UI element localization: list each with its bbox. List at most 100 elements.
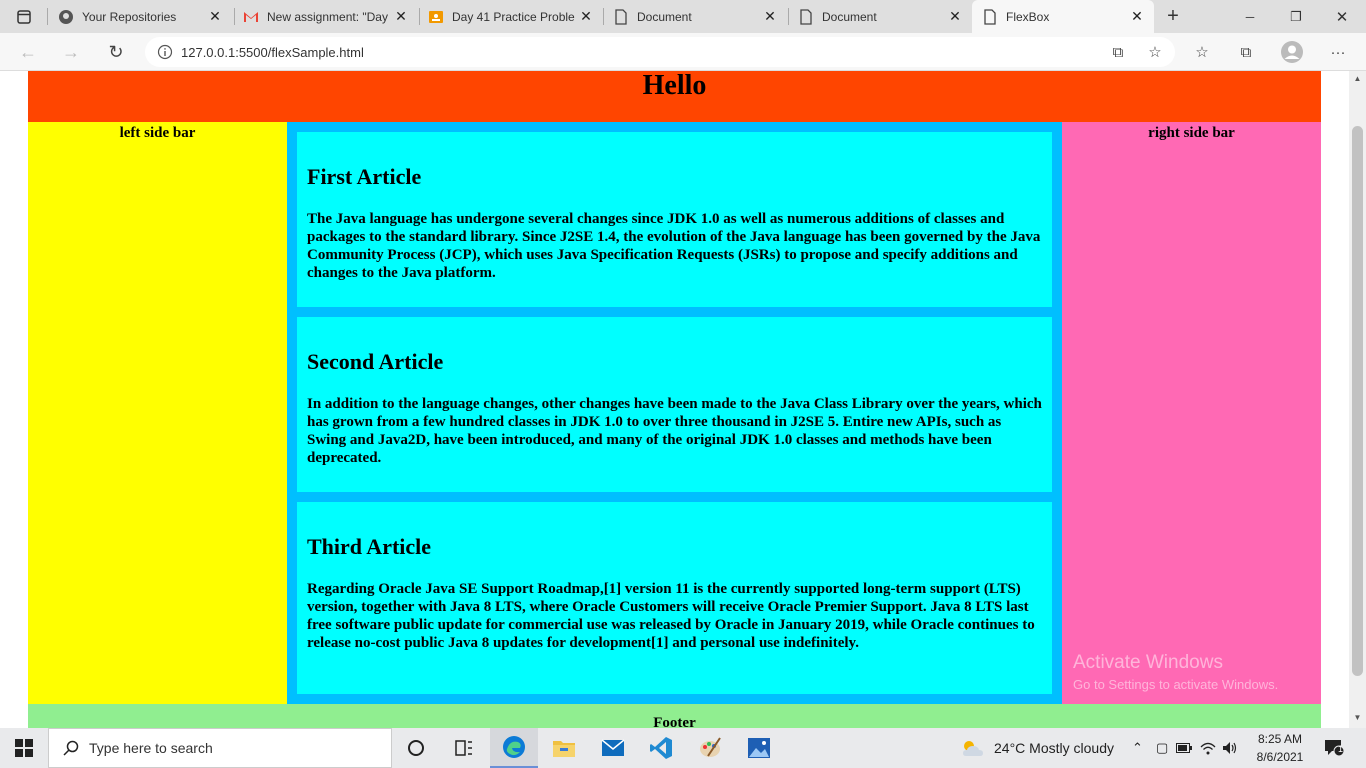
meet-now-icon[interactable]: ▢ <box>1156 740 1168 756</box>
right-sidebar-label: right side bar <box>1148 125 1235 141</box>
search-icon <box>63 740 79 756</box>
clock-date: 8/6/2021 <box>1256 750 1304 764</box>
notification-center-button[interactable]: 1 <box>1322 728 1346 768</box>
close-window-button[interactable]: ✕ <box>1324 0 1360 33</box>
avatar <box>1281 41 1303 63</box>
page-footer: Footer <box>28 704 1321 728</box>
article-body: Regarding Oracle Java SE Support Roadmap… <box>307 581 1035 651</box>
article-first: First Article The Java language has unde… <box>297 132 1052 307</box>
page-viewport: Hello left side bar First Article The Ja… <box>0 71 1366 728</box>
tab-your-repositories[interactable]: Your Repositories ✕ <box>50 0 232 33</box>
collections-icon: ⧉ <box>1240 43 1252 61</box>
article-title: Third Article <box>307 534 432 559</box>
battery-icon[interactable] <box>1176 743 1193 753</box>
url-text: 127.0.0.1:5500/flexSample.html <box>181 44 364 60</box>
taskbar-file-explorer[interactable] <box>540 728 588 768</box>
paint-palette-icon <box>700 737 721 757</box>
tab-label: FlexBox <box>1006 9 1050 24</box>
notification-count: 1 <box>1338 744 1344 754</box>
task-view-icon <box>455 740 472 756</box>
scroll-up-arrow-icon[interactable]: ▲ <box>1349 74 1366 83</box>
article-title: First Article <box>307 164 422 189</box>
star-plus-icon: ☆ <box>1148 44 1162 61</box>
tab-label: Document <box>822 9 877 24</box>
wifi-icon[interactable] <box>1200 741 1216 755</box>
tab-separator <box>788 8 789 25</box>
taskbar-search-box[interactable]: Type here to search <box>48 728 392 768</box>
profile-button[interactable] <box>1279 39 1305 65</box>
tab-day41-practice[interactable]: Day 41 Practice Proble ✕ <box>421 0 603 33</box>
close-tab-icon[interactable]: ✕ <box>579 8 593 25</box>
weather-text: 24°C Mostly cloudy <box>994 740 1114 756</box>
collections-button[interactable]: ⧉ <box>1233 39 1259 65</box>
clock-time: 8:25 AM <box>1257 732 1303 746</box>
main-content: First Article The Java language has unde… <box>287 122 1062 704</box>
scroll-down-arrow-icon[interactable]: ▼ <box>1349 713 1366 722</box>
add-favorite-button[interactable]: ☆ <box>1142 39 1168 65</box>
vertical-scrollbar[interactable]: ▲ ▼ <box>1349 71 1366 728</box>
weather-widget[interactable]: 24°C Mostly cloudy <box>960 728 1114 768</box>
windows-logo-icon <box>15 739 33 757</box>
tab-separator <box>603 8 604 25</box>
document-icon <box>613 8 629 25</box>
classroom-icon <box>428 9 444 25</box>
tab-document-1[interactable]: Document ✕ <box>605 0 787 33</box>
minimize-icon: ─ <box>1245 9 1255 24</box>
watermark-title: Activate Windows <box>1073 652 1223 673</box>
footer-label: Footer <box>653 715 696 728</box>
forward-arrow-icon: → <box>62 41 80 62</box>
close-tab-icon[interactable]: ✕ <box>394 8 408 25</box>
start-button[interactable] <box>0 728 48 768</box>
photos-icon <box>748 738 770 758</box>
refresh-button[interactable]: ↻ <box>103 39 129 65</box>
new-tab-button[interactable]: + <box>1160 0 1186 33</box>
taskbar-paint[interactable] <box>686 728 734 768</box>
close-tab-icon[interactable]: ✕ <box>948 8 962 25</box>
taskbar-clock[interactable]: 8:25 AM 8/6/2021 <box>1248 730 1312 766</box>
immersive-reader-button[interactable]: ⧉ <box>1105 39 1131 65</box>
tab-document-2[interactable]: Document ✕ <box>790 0 972 33</box>
page-header: Hello <box>28 71 1321 122</box>
forward-button[interactable]: → <box>58 39 84 65</box>
task-view-button[interactable] <box>440 728 488 768</box>
cortana-icon <box>408 740 424 756</box>
tab-flexbox[interactable]: FlexBox ✕ <box>972 0 1154 33</box>
volume-icon[interactable] <box>1222 741 1238 755</box>
favorites-icon: ☆ <box>1195 44 1209 61</box>
document-icon <box>798 8 814 25</box>
taskbar-edge[interactable] <box>490 728 538 768</box>
browser-tab-bar: Your Repositories ✕ New assignment: "Day… <box>0 0 1366 33</box>
taskbar-vscode[interactable] <box>637 728 685 768</box>
back-arrow-icon: ← <box>19 41 37 62</box>
tab-new-assignment[interactable]: New assignment: "Day ✕ <box>236 0 418 33</box>
ellipsis-icon: ··· <box>1330 43 1346 61</box>
immersive-reader-icon: ⧉ <box>1112 43 1124 61</box>
more-menu-button[interactable]: ··· <box>1325 39 1351 65</box>
url-field[interactable]: 127.0.0.1:5500/flexSample.html <box>145 37 1175 67</box>
tab-separator <box>419 8 420 25</box>
tab-actions-button[interactable] <box>8 0 40 33</box>
show-hidden-icons-button[interactable]: ⌃ <box>1132 728 1143 768</box>
plus-icon: + <box>1167 5 1179 27</box>
minimize-button[interactable]: ─ <box>1232 0 1268 33</box>
folder-icon <box>553 741 575 757</box>
taskbar-photos[interactable] <box>735 728 783 768</box>
close-tab-icon[interactable]: ✕ <box>1130 8 1144 25</box>
restore-button[interactable]: ❐ <box>1278 0 1314 33</box>
vscode-icon <box>650 737 672 759</box>
favorites-button[interactable]: ☆ <box>1189 39 1215 65</box>
close-tab-icon[interactable]: ✕ <box>763 8 777 25</box>
tab-label: Day 41 Practice Proble <box>452 9 575 24</box>
cortana-button[interactable] <box>392 728 440 768</box>
scrollbar-thumb[interactable] <box>1352 126 1363 676</box>
windows-taskbar: Type here to search 24°C Mostly cloudy ⌃… <box>0 728 1366 768</box>
github-icon <box>58 9 74 25</box>
document-icon <box>982 8 998 25</box>
left-sidebar-label: left side bar <box>119 125 196 141</box>
taskbar-mail[interactable] <box>589 728 637 768</box>
tray-icons: ▢ <box>1156 728 1238 768</box>
site-info-icon[interactable] <box>157 44 173 60</box>
back-button[interactable]: ← <box>15 39 41 65</box>
close-tab-icon[interactable]: ✕ <box>208 8 222 25</box>
tab-label: Your Repositories <box>82 9 177 24</box>
